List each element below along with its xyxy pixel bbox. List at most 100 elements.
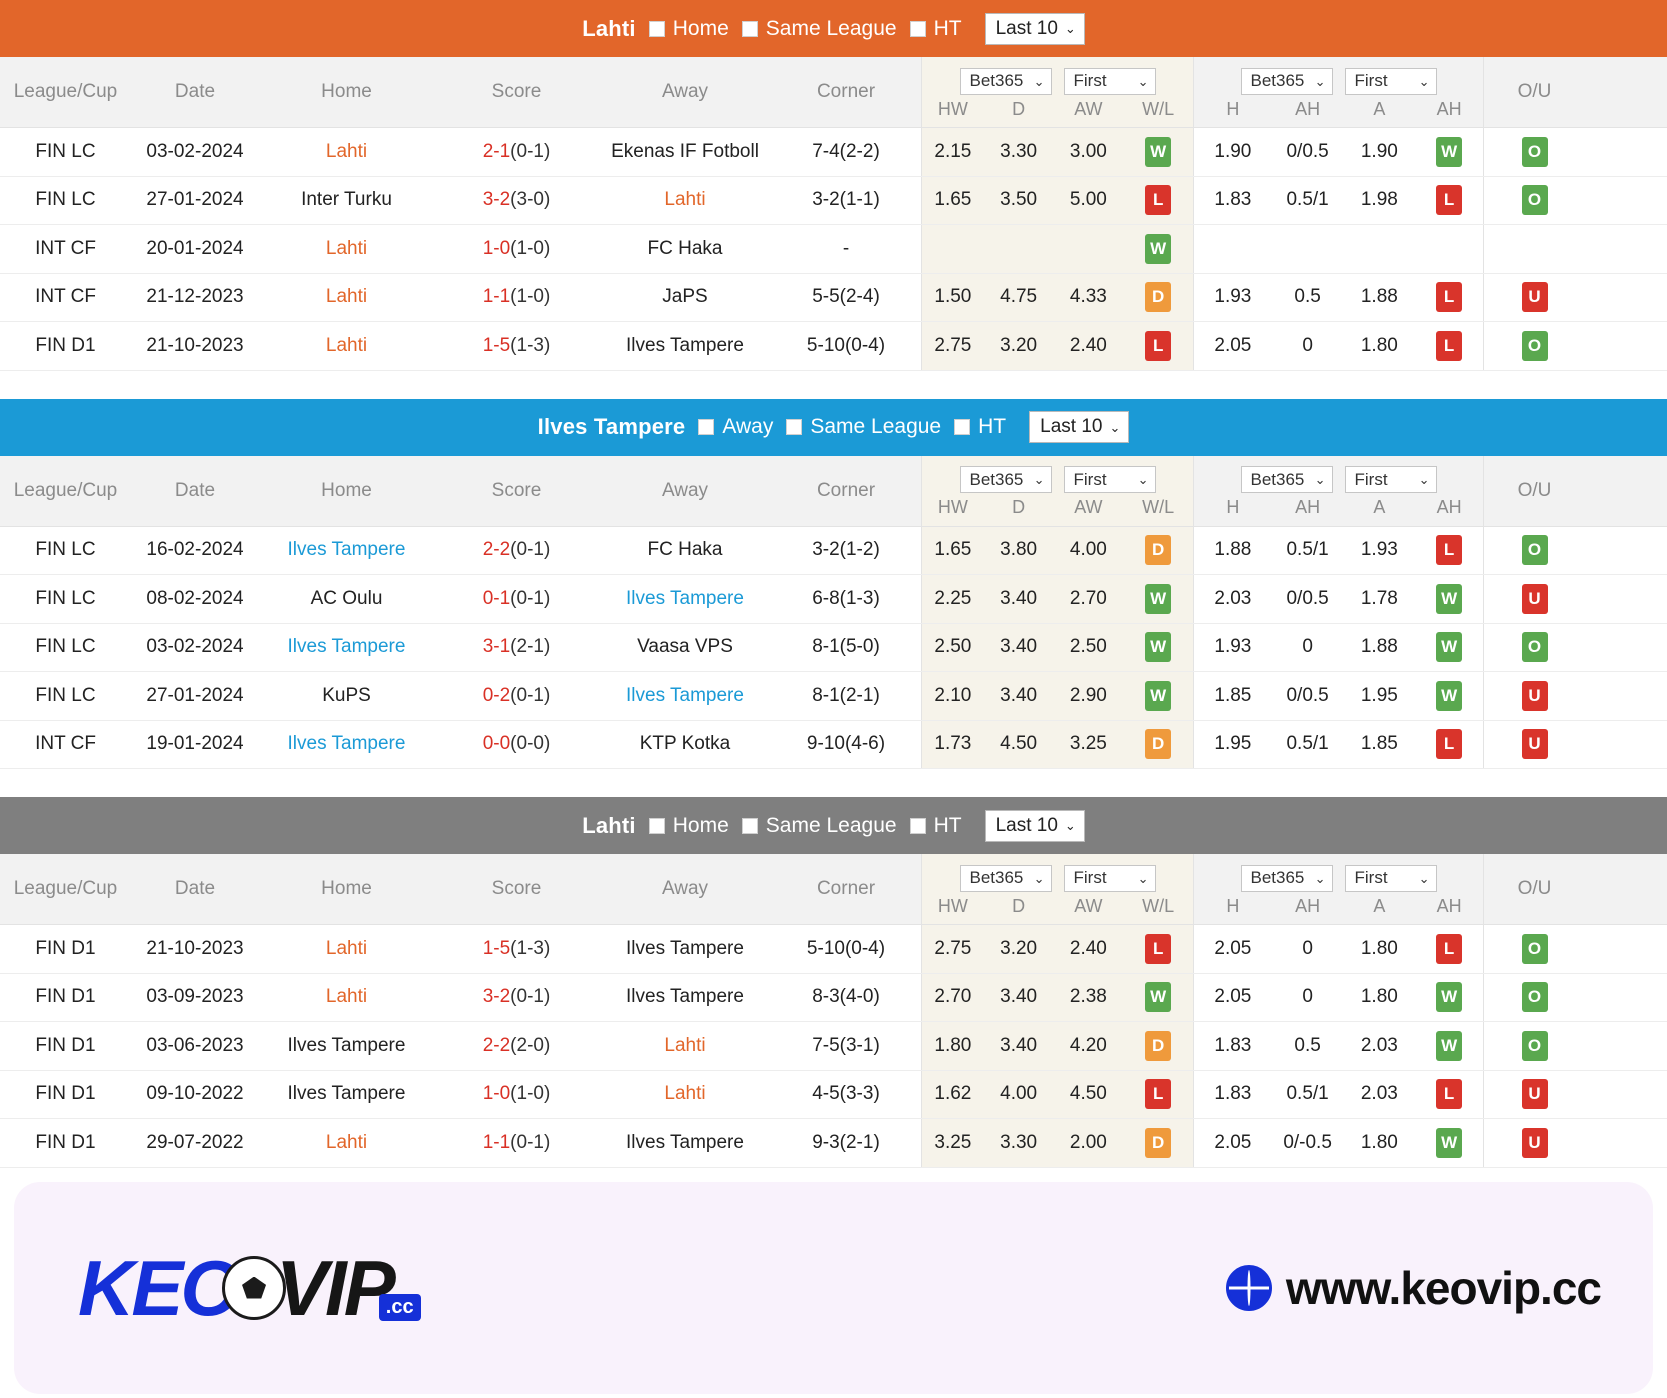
odds-ah-group: 1.930.51.88L bbox=[1193, 274, 1483, 322]
cell-d: 3.40 bbox=[984, 685, 1054, 707]
checkbox-venue[interactable]: Away bbox=[698, 415, 773, 439]
cell-aw: 2.40 bbox=[1054, 938, 1124, 960]
col-header-league: League/Cup bbox=[0, 57, 131, 127]
table-row: FIN LC16-02-2024Ilves Tampere2-2(0-1)FC … bbox=[0, 527, 1667, 576]
order-select-2[interactable]: First⌄ bbox=[1345, 68, 1437, 95]
order-select-1[interactable]: First⌄ bbox=[1064, 865, 1156, 892]
away-team-name: Ekenas IF Fotboll bbox=[611, 141, 759, 163]
cell-league: INT CF bbox=[0, 274, 131, 322]
checkbox-box-ht[interactable] bbox=[910, 818, 926, 834]
cell-corner: 5-10(0-4) bbox=[771, 322, 921, 370]
cell-home-team: Lahti bbox=[259, 128, 434, 176]
wl-badge: W bbox=[1145, 681, 1171, 711]
table-row: FIN LC08-02-2024AC Oulu0-1(0-1)Ilves Tam… bbox=[0, 575, 1667, 624]
range-select[interactable]: Last 10⌄ bbox=[985, 810, 1085, 842]
col-header-ah2: AH bbox=[1415, 97, 1483, 120]
checkbox-box-same-league[interactable] bbox=[786, 419, 802, 435]
cell-date: 21-12-2023 bbox=[131, 274, 259, 322]
odds-1x2-group: 1.653.505.00L bbox=[921, 177, 1193, 225]
checkbox-box-same-league[interactable] bbox=[742, 818, 758, 834]
cell-home-team: Lahti bbox=[259, 1119, 434, 1167]
bookmaker-select-1[interactable]: Bet365⌄ bbox=[960, 68, 1052, 95]
cell-date: 03-02-2024 bbox=[131, 128, 259, 176]
checkbox-venue[interactable]: Home bbox=[649, 17, 729, 41]
checkbox-box-venue[interactable] bbox=[649, 818, 665, 834]
score-fulltime: 1-1 bbox=[483, 1132, 510, 1154]
checkbox-box-ht[interactable] bbox=[954, 419, 970, 435]
cell-away-team: Ilves Tampere bbox=[599, 672, 771, 720]
order-select-2[interactable]: First⌄ bbox=[1345, 466, 1437, 493]
chevron-down-icon: ⌄ bbox=[1315, 75, 1326, 88]
cell-ah: 0.5/1 bbox=[1272, 1083, 1344, 1105]
bookmaker-select-2[interactable]: Bet365⌄ bbox=[1241, 865, 1333, 892]
checkbox-same-league[interactable]: Same League bbox=[742, 17, 897, 41]
checkbox-ht[interactable]: HT bbox=[954, 415, 1006, 439]
checkbox-box-venue[interactable] bbox=[698, 419, 714, 435]
checkbox-box-same-league[interactable] bbox=[742, 21, 758, 37]
cell-away-team: Vaasa VPS bbox=[599, 624, 771, 672]
checkbox-venue[interactable]: Home bbox=[649, 814, 729, 838]
cell-ou: O bbox=[1483, 974, 1585, 1022]
odds-1x2-group: 1.653.804.00D bbox=[921, 527, 1193, 575]
cell-ah-result: W bbox=[1415, 584, 1483, 614]
ah-badge: W bbox=[1436, 584, 1462, 614]
checkbox-ht[interactable]: HT bbox=[910, 814, 962, 838]
wl-badge: L bbox=[1145, 185, 1171, 215]
cell-h: 2.05 bbox=[1194, 938, 1272, 960]
range-select[interactable]: Last 10⌄ bbox=[985, 13, 1085, 45]
range-select[interactable]: Last 10⌄ bbox=[1029, 411, 1129, 443]
checkbox-same-league[interactable]: Same League bbox=[786, 415, 941, 439]
home-team-name: AC Oulu bbox=[311, 588, 383, 610]
column-header-2: League/CupDateHomeScoreAwayCornerBet365⌄… bbox=[0, 854, 1667, 925]
checkbox-ht[interactable]: HT bbox=[910, 17, 962, 41]
cell-corner: 9-3(2-1) bbox=[771, 1119, 921, 1167]
table-row: FIN D103-09-2023Lahti3-2(0-1)Ilves Tampe… bbox=[0, 974, 1667, 1023]
ah-badge: W bbox=[1436, 137, 1462, 167]
bookmaker-select-1[interactable]: Bet365⌄ bbox=[960, 466, 1052, 493]
checkbox-box-venue[interactable] bbox=[649, 21, 665, 37]
odds-group-ah: Bet365⌄First⌄HAHAAH bbox=[1193, 57, 1483, 127]
order-select-1[interactable]: First⌄ bbox=[1064, 466, 1156, 493]
checkbox-box-ht[interactable] bbox=[910, 21, 926, 37]
cell-d: 3.40 bbox=[984, 1035, 1054, 1057]
cell-wl: D bbox=[1123, 1128, 1193, 1158]
checkbox-same-league[interactable]: Same League bbox=[742, 814, 897, 838]
bookmaker-select-1[interactable]: Bet365⌄ bbox=[960, 865, 1052, 892]
cell-d: 4.75 bbox=[984, 286, 1054, 308]
odds-ah-group: 1.880.5/11.93L bbox=[1193, 527, 1483, 575]
home-team-name: Lahti bbox=[326, 286, 367, 308]
col-header-d: D bbox=[984, 495, 1054, 518]
cell-score: 2-2(0-1) bbox=[434, 527, 599, 575]
bookmaker-select-2[interactable]: Bet365⌄ bbox=[1241, 68, 1333, 95]
score-fulltime: 3-2 bbox=[483, 986, 510, 1008]
cell-ah: 0.5/1 bbox=[1272, 189, 1344, 211]
order-select-1[interactable]: First⌄ bbox=[1064, 68, 1156, 95]
cell-ou: O bbox=[1483, 925, 1585, 973]
home-team-name: Ilves Tampere bbox=[288, 1083, 406, 1105]
home-team-name: Ilves Tampere bbox=[288, 733, 406, 755]
cell-ah: 0 bbox=[1272, 636, 1344, 658]
wl-badge: W bbox=[1145, 632, 1171, 662]
cell-ah-result: L bbox=[1415, 185, 1483, 215]
cell-corner: 5-10(0-4) bbox=[771, 925, 921, 973]
cell-aw: 3.00 bbox=[1054, 141, 1124, 163]
wl-badge: D bbox=[1145, 1128, 1171, 1158]
cell-league: FIN D1 bbox=[0, 974, 131, 1022]
wl-badge: W bbox=[1145, 584, 1171, 614]
bookmaker-select-2[interactable]: Bet365⌄ bbox=[1241, 466, 1333, 493]
cell-wl: L bbox=[1123, 1079, 1193, 1109]
away-team-name: Lahti bbox=[664, 1035, 705, 1057]
section-header-0: LahtiHomeSame LeagueHTLast 10⌄ bbox=[0, 0, 1667, 57]
chevron-down-icon: ⌄ bbox=[1419, 473, 1430, 486]
cell-wl: D bbox=[1123, 1031, 1193, 1061]
cell-ah-result: L bbox=[1415, 282, 1483, 312]
cell-league: FIN LC bbox=[0, 128, 131, 176]
order-select-2[interactable]: First⌄ bbox=[1345, 865, 1437, 892]
col-header-away: Away bbox=[599, 854, 771, 924]
cell-hw: 3.25 bbox=[922, 1132, 984, 1154]
cell-hw: 1.80 bbox=[922, 1035, 984, 1057]
score-fulltime: 0-0 bbox=[483, 733, 510, 755]
cell-date: 09-10-2022 bbox=[131, 1071, 259, 1119]
away-team-name: Lahti bbox=[664, 189, 705, 211]
cell-a: 1.80 bbox=[1343, 335, 1415, 357]
